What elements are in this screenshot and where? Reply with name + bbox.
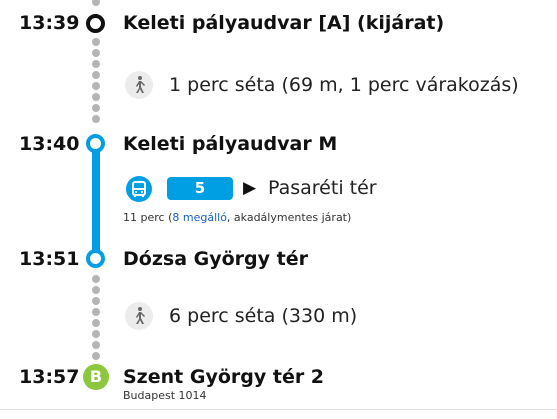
walk-path-dot [92,352,100,360]
stop-marker-origin [86,14,105,33]
walk-duration-text: 6 perc séta (330 m) [169,305,358,327]
stop-name[interactable]: Szent György tér 2 [123,366,324,388]
divider [0,409,557,410]
walk-path-dot [92,286,100,294]
walk-duration-text: 1 perc séta (69 m, 1 perc várakozás) [169,74,519,96]
direction-arrow-icon: ▶ [243,178,257,198]
walk-icon [125,302,153,330]
walk-path-dot [92,60,100,68]
stop-time: 13:51 [19,248,80,270]
walk-path-dot [92,115,100,123]
transit-meta-accessibility: , akadálymentes járat) [226,211,352,224]
stop-marker-board [86,134,105,153]
walk-path-dot [92,308,100,316]
transit-meta: 11 perc (8 megálló, akadálymentes járat) [123,211,351,224]
stop-time: 13:39 [19,12,80,34]
destination-address: Budapest 1014 [123,389,207,402]
walk-path-dot [92,49,100,57]
stop-time: 13:57 [19,366,80,388]
stop-name[interactable]: Dózsa György tér [123,248,308,270]
stop-marker-alight [86,249,105,268]
route-direction: Pasaréti tér [268,177,377,199]
walk-path-dot [92,297,100,305]
destination-b-badge: B [83,364,109,390]
walk-path-dot [92,71,100,79]
walk-path-dot [92,104,100,112]
stop-name[interactable]: Keleti pályaudvar M [123,133,337,155]
walk-path-dot [92,341,100,349]
stop-name[interactable]: Keleti pályaudvar [A] (kijárat) [123,12,444,34]
route-badge[interactable]: 5 [167,177,233,200]
walk-path-dot [92,319,100,327]
transit-line [92,148,100,258]
transit-meta-duration: 11 perc ( [123,211,173,224]
walk-path-dot [92,275,100,283]
stop-count-link[interactable]: 8 megálló [172,211,227,224]
bus-icon [126,176,152,202]
walk-icon [125,71,153,99]
walk-path-dot [92,93,100,101]
walk-path-dot [92,0,100,6]
stop-time: 13:40 [19,133,80,155]
walk-path-dot [92,82,100,90]
walk-path-dot [92,38,100,46]
walk-path-dot [92,330,100,338]
